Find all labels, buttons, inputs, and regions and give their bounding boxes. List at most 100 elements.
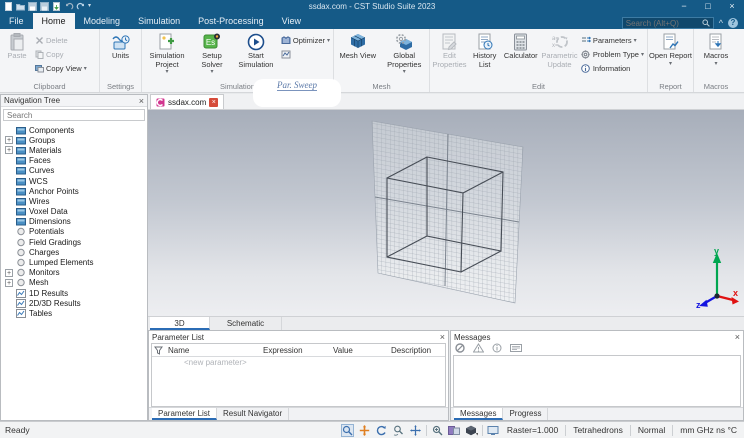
tree-item-monitors[interactable]: + Monitors bbox=[5, 268, 147, 278]
units-button[interactable]: Units bbox=[102, 30, 140, 81]
maximize-button[interactable]: □ bbox=[696, 0, 720, 13]
filter-errors-icon[interactable] bbox=[455, 343, 465, 355]
start-simulation-button[interactable]: Start Simulation bbox=[233, 30, 279, 81]
tree-item-potentials[interactable]: Potentials bbox=[5, 227, 147, 237]
column-name[interactable]: Name bbox=[165, 346, 260, 355]
expand-icon[interactable]: + bbox=[5, 146, 13, 155]
pan-tool-icon[interactable] bbox=[409, 424, 422, 437]
navigation-tree-close-icon[interactable]: × bbox=[139, 96, 144, 106]
status-units[interactable]: mm GHz ns °C bbox=[677, 425, 740, 435]
undo-icon[interactable] bbox=[64, 2, 74, 11]
paste-button[interactable]: Paste bbox=[1, 30, 33, 81]
tree-item-materials[interactable]: + Materials bbox=[5, 145, 147, 155]
global-properties-button[interactable]: Global Properties ▾ bbox=[381, 30, 428, 81]
tab-post-processing[interactable]: Post-Processing bbox=[189, 13, 273, 29]
tab-file[interactable]: File bbox=[0, 13, 33, 29]
tree-item-wcs[interactable]: WCS bbox=[5, 176, 147, 186]
copy-button[interactable]: Copy bbox=[33, 47, 89, 61]
setup-solver-button[interactable]: Es Setup Solver ▾ bbox=[191, 30, 233, 81]
column-description[interactable]: Description bbox=[388, 346, 445, 355]
tree-item-mesh[interactable]: + Mesh bbox=[5, 278, 147, 288]
tab-messages[interactable]: Messages bbox=[454, 408, 504, 420]
message-options-icon[interactable] bbox=[510, 343, 522, 355]
tree-item-1d-results[interactable]: 1D Results bbox=[5, 288, 147, 298]
tree-item-wires[interactable]: Wires bbox=[5, 196, 147, 206]
search-input[interactable] bbox=[625, 18, 702, 28]
parameter-list-close-icon[interactable]: × bbox=[440, 332, 445, 342]
move-tool-icon[interactable] bbox=[358, 424, 371, 437]
copy-view-button[interactable]: Copy View ▾ bbox=[33, 61, 89, 75]
minimize-button[interactable]: − bbox=[672, 0, 696, 13]
tab-modeling[interactable]: Modeling bbox=[75, 13, 130, 29]
tree-item-lumped-elements[interactable]: Lumped Elements bbox=[5, 257, 147, 267]
status-raster[interactable]: Raster=1.000 bbox=[504, 425, 561, 435]
tree-item-charges[interactable]: Charges bbox=[5, 247, 147, 257]
expand-icon[interactable]: + bbox=[5, 136, 13, 145]
simulation-project-button[interactable]: Simulation Project ▾ bbox=[143, 30, 191, 81]
status-normal[interactable]: Normal bbox=[635, 425, 668, 435]
tree-item-groups[interactable]: + Groups bbox=[5, 135, 147, 145]
delete-button[interactable]: Delete bbox=[33, 33, 89, 47]
viewport-3d[interactable]: y x z bbox=[148, 110, 744, 316]
problem-type-button[interactable]: Problem Type ▾ bbox=[579, 47, 646, 61]
tree-item-2d3d-results[interactable]: 2D/3D Results bbox=[5, 298, 147, 308]
edit-properties-button[interactable]: Edit Properties bbox=[431, 30, 468, 81]
save-all-icon[interactable] bbox=[40, 2, 49, 11]
expand-icon[interactable]: + bbox=[5, 268, 13, 277]
column-value[interactable]: Value bbox=[330, 346, 388, 355]
tab-view[interactable]: View bbox=[273, 13, 310, 29]
collapse-ribbon-icon[interactable]: ^ bbox=[719, 18, 723, 28]
messages-close-icon[interactable]: × bbox=[735, 332, 740, 342]
tree-item-tables[interactable]: Tables bbox=[5, 308, 147, 318]
document-tab[interactable]: ssdax.com × bbox=[150, 94, 225, 109]
new-parameter-row[interactable]: <new parameter> bbox=[152, 357, 445, 368]
rotate-tool-icon[interactable] bbox=[375, 424, 388, 437]
tab-home[interactable]: Home bbox=[32, 13, 75, 29]
bounding-box-icon[interactable]: ▾ bbox=[465, 424, 478, 437]
tree-item-anchor-points[interactable]: Anchor Points bbox=[5, 186, 147, 196]
mesh-view-button[interactable]: Mesh View bbox=[335, 30, 381, 81]
dynamic-zoom-tool-icon[interactable] bbox=[392, 424, 405, 437]
tree-item-components[interactable]: Components bbox=[5, 125, 147, 135]
open-report-button[interactable]: Open Report ▾ bbox=[649, 30, 692, 81]
status-mesh-type[interactable]: Tetrahedrons bbox=[570, 425, 626, 435]
tab-result-navigator[interactable]: Result Navigator bbox=[217, 408, 290, 420]
tree-item-curves[interactable]: Curves bbox=[5, 166, 147, 176]
ribbon-search[interactable] bbox=[621, 17, 714, 29]
tab-3d-view[interactable]: 3D bbox=[150, 317, 210, 330]
redo-icon[interactable] bbox=[76, 2, 85, 11]
history-list-button[interactable]: History List bbox=[468, 30, 501, 81]
split-view-icon[interactable] bbox=[448, 424, 461, 437]
filter-info-icon[interactable] bbox=[492, 343, 502, 355]
zoom-select-tool-icon[interactable] bbox=[340, 423, 354, 437]
parameters-button[interactable]: Parameters ▾ bbox=[579, 33, 646, 47]
macros-button[interactable]: Macros ▾ bbox=[696, 30, 736, 81]
optimizer-button[interactable]: Optimizer ▾ bbox=[279, 33, 332, 47]
qat-customize-caret-icon[interactable]: ▾ bbox=[88, 2, 97, 11]
close-button[interactable]: × bbox=[720, 0, 744, 13]
new-file-icon[interactable] bbox=[4, 2, 13, 11]
tree-search-box[interactable] bbox=[3, 109, 145, 121]
open-file-icon[interactable] bbox=[16, 2, 25, 11]
tree-item-voxel-data[interactable]: Voxel Data bbox=[5, 207, 147, 217]
tab-simulation[interactable]: Simulation bbox=[129, 13, 189, 29]
tab-parameter-list[interactable]: Parameter List bbox=[152, 408, 218, 420]
tree-item-dimensions[interactable]: Dimensions bbox=[5, 217, 147, 227]
tab-progress[interactable]: Progress bbox=[503, 408, 549, 420]
parametric-update-button[interactable]: a= x= Parametric Update bbox=[540, 30, 579, 81]
zoom-tool-icon[interactable] bbox=[431, 424, 444, 437]
save-icon[interactable] bbox=[28, 2, 37, 11]
help-icon[interactable]: ? bbox=[728, 18, 738, 28]
tree-item-field-gradings[interactable]: Field Gradings bbox=[5, 237, 147, 247]
coordinate-axes-widget[interactable]: y x z bbox=[694, 246, 740, 310]
par-sweep-button[interactable] bbox=[279, 47, 332, 61]
tree-search-input[interactable] bbox=[7, 110, 141, 120]
expand-icon[interactable]: + bbox=[5, 278, 13, 287]
filter-funnel-icon[interactable] bbox=[152, 346, 165, 355]
filter-warnings-icon[interactable] bbox=[472, 343, 485, 355]
calculator-button[interactable]: Calculator bbox=[501, 30, 540, 81]
information-button[interactable]: Information bbox=[579, 61, 646, 75]
column-expression[interactable]: Expression bbox=[260, 346, 330, 355]
tree-item-faces[interactable]: Faces bbox=[5, 156, 147, 166]
document-close-icon[interactable]: × bbox=[209, 97, 219, 107]
